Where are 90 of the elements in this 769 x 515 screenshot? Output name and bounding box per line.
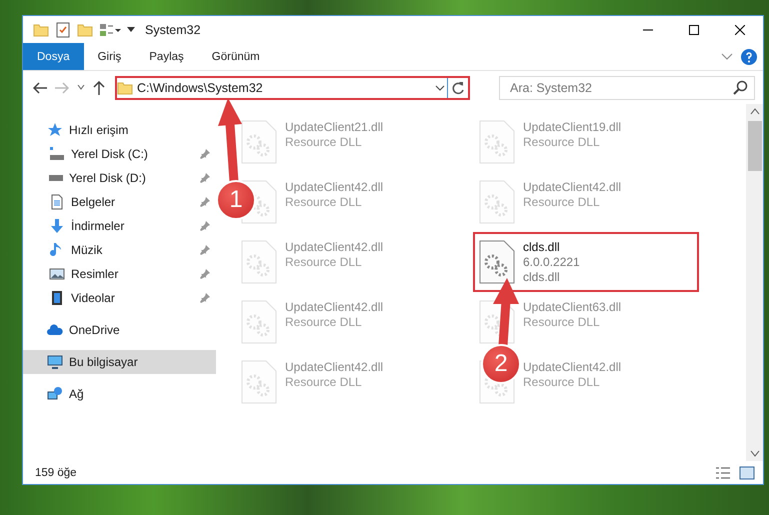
dropdown-arrow-icon <box>127 27 135 32</box>
sidebar-item[interactable]: Yerel Disk (D:) <box>23 166 216 190</box>
file-name: UpdateClient42.dll <box>285 240 384 254</box>
drive-icon <box>49 146 65 162</box>
sidebar-item[interactable]: Belgeler <box>23 190 216 214</box>
folder-icon <box>77 22 93 38</box>
file-name: clds.dll <box>523 240 561 254</box>
right-arrow-icon <box>55 82 69 94</box>
file-name: UpdateClient42.dll <box>285 300 384 314</box>
picture-icon <box>49 266 65 282</box>
sidebar-item[interactable]: Hızlı erişim <box>23 118 216 142</box>
sidebar-item[interactable]: Resimler <box>23 262 216 286</box>
file-name: UpdateClient42.dll <box>285 180 384 194</box>
file-detail: 6.0.0.2221 <box>523 255 580 269</box>
sidebar-item[interactable]: OneDrive <box>23 318 216 342</box>
file-name: UpdateClient63.dll <box>523 300 622 314</box>
pin-icon <box>200 269 210 279</box>
gear-file-icon <box>241 240 277 284</box>
cloud-icon <box>47 322 63 338</box>
file-name: UpdateClient42.dll <box>285 360 384 374</box>
search-field[interactable]: Ara: System32 <box>499 76 755 100</box>
selected-file-item[interactable]: clds.dll 6.0.0.2221 clds.dll <box>473 232 699 292</box>
down-arrow-icon <box>49 218 65 234</box>
properties-icon <box>99 22 121 38</box>
file-detail: Resource DLL <box>523 375 601 389</box>
pin-icon <box>200 197 210 207</box>
computer-icon <box>47 354 63 370</box>
left-arrow-icon <box>33 82 47 94</box>
file-name: UpdateClient21.dll <box>285 120 384 134</box>
maximize-icon <box>689 24 699 34</box>
up-button[interactable] <box>91 78 107 96</box>
folder-icon <box>117 80 133 96</box>
item-count: 159 öğe <box>35 466 77 478</box>
file-detail: Resource DLL <box>285 375 363 389</box>
sidebar-item[interactable]: Videolar <box>23 286 216 310</box>
gear-file-icon <box>479 300 515 344</box>
film-icon <box>49 290 65 306</box>
file-detail: Resource DLL <box>285 255 363 269</box>
checklist-icon <box>55 22 71 38</box>
chevron-down-icon <box>77 85 85 90</box>
file-detail: Resource DLL <box>523 135 601 149</box>
gear-file-icon <box>479 120 515 164</box>
sidebar-item[interactable]: Bu bilgisayar <box>23 350 216 374</box>
help-icon[interactable] <box>741 48 757 64</box>
sidebar-item[interactable]: İndirmeler <box>23 214 216 238</box>
file-detail: Resource DLL <box>285 315 363 329</box>
window-title: System32 <box>145 22 201 36</box>
address-bar[interactable]: C:\Windows\System32 <box>115 76 470 100</box>
gear-file-icon <box>241 360 277 404</box>
document-icon <box>49 194 65 210</box>
sidebar-item[interactable]: Müzik <box>23 238 216 262</box>
file-detail: Resource DLL <box>523 195 601 209</box>
chevron-up-icon <box>750 107 760 115</box>
star-icon <box>47 122 63 138</box>
scrollbar-thumb[interactable] <box>748 121 762 171</box>
ribbon-tab[interactable]: Görünüm <box>198 43 274 70</box>
pin-icon <box>200 245 210 255</box>
sidebar-item[interactable]: Ağ <box>23 382 216 406</box>
file-detail: Resource DLL <box>523 315 601 329</box>
details-view-icon <box>715 464 731 480</box>
gear-file-icon <box>479 240 515 284</box>
chevron-down-icon <box>750 450 760 458</box>
gear-file-icon <box>241 300 277 344</box>
file-detail: Resource DLL <box>285 195 363 209</box>
gear-file-icon <box>479 180 515 224</box>
pin-icon <box>200 221 210 231</box>
scrollbar[interactable] <box>746 104 763 461</box>
ribbon-tab[interactable]: Giriş <box>84 43 136 70</box>
pin-icon <box>200 293 210 303</box>
file-name: UpdateClient19.dll <box>523 120 622 134</box>
pin-icon <box>200 149 210 159</box>
search-icon <box>733 80 749 96</box>
close-icon <box>735 24 745 34</box>
file-detail: clds.dll <box>523 270 561 284</box>
minimize-icon <box>643 28 653 30</box>
file-detail: Resource DLL <box>285 135 363 149</box>
drive-icon <box>49 175 63 181</box>
file-name: UpdateClient42.dll <box>523 180 622 194</box>
back-button[interactable] <box>31 80 49 96</box>
folder-icon <box>33 22 49 38</box>
large-icons-view-icon <box>739 464 755 480</box>
pin-icon <box>200 173 210 183</box>
sidebar-item[interactable]: Yerel Disk (C:) <box>23 142 216 166</box>
gear-file-icon <box>241 120 277 164</box>
file-name: UpdateClient42.dll <box>523 360 622 374</box>
up-arrow-icon <box>93 80 105 94</box>
network-icon <box>47 386 63 402</box>
ribbon-tab[interactable]: Dosya <box>23 43 84 70</box>
ribbon-tab[interactable]: Paylaş <box>135 43 198 70</box>
recent-locations-button[interactable] <box>75 83 87 92</box>
